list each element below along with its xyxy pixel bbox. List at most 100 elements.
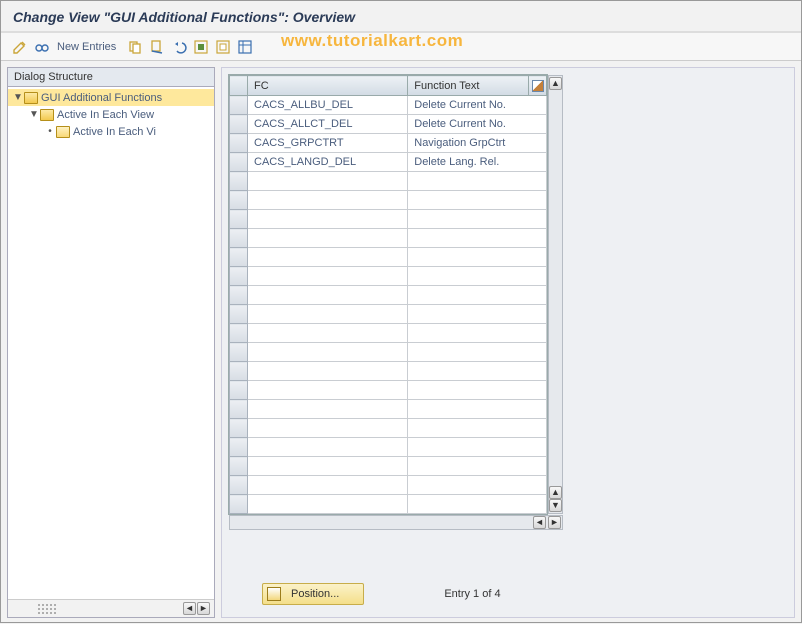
cell-ftext[interactable]: Delete Current No. <box>408 96 547 115</box>
undo-icon[interactable] <box>170 38 188 56</box>
cell-ftext[interactable]: . <box>408 495 547 514</box>
scroll-down-icon[interactable]: ▼ <box>549 499 562 512</box>
cell-fc[interactable]: . <box>248 267 408 286</box>
row-selector[interactable] <box>230 115 248 134</box>
cell-ftext[interactable]: . <box>408 324 547 343</box>
table-row[interactable]: .. <box>230 229 547 248</box>
tree-hscroll[interactable]: ◄ ► <box>183 602 210 615</box>
row-selector[interactable] <box>230 286 248 305</box>
table-row[interactable]: .. <box>230 419 547 438</box>
cell-ftext[interactable]: . <box>408 438 547 457</box>
cell-fc[interactable]: CACS_GRPCTRT <box>248 134 408 153</box>
tree-toggle-icon[interactable]: ▼ <box>28 109 40 120</box>
table-row[interactable]: .. <box>230 210 547 229</box>
cell-ftext[interactable]: . <box>408 172 547 191</box>
cell-fc[interactable]: CACS_ALLBU_DEL <box>248 96 408 115</box>
cell-ftext[interactable]: . <box>408 267 547 286</box>
cell-fc[interactable]: CACS_LANGD_DEL <box>248 153 408 172</box>
scroll-left-icon[interactable]: ◄ <box>183 602 196 615</box>
cell-ftext[interactable]: . <box>408 381 547 400</box>
scroll-up2-icon[interactable]: ▲ <box>549 486 562 499</box>
cell-fc[interactable]: . <box>248 400 408 419</box>
cell-fc[interactable]: . <box>248 438 408 457</box>
tree-item[interactable]: •Active In Each Vi <box>8 123 214 140</box>
row-selector[interactable] <box>230 495 248 514</box>
cell-fc[interactable]: CACS_ALLCT_DEL <box>248 115 408 134</box>
cell-ftext[interactable]: Navigation GrpCtrt <box>408 134 547 153</box>
cell-fc[interactable]: . <box>248 343 408 362</box>
row-selector[interactable] <box>230 96 248 115</box>
deselect-all-icon[interactable] <box>214 38 232 56</box>
table-vscroll[interactable]: ▲ ▲ ▼ <box>548 75 563 514</box>
cell-ftext[interactable]: . <box>408 476 547 495</box>
table-row[interactable]: CACS_GRPCTRTNavigation GrpCtrt <box>230 134 547 153</box>
cell-fc[interactable]: . <box>248 476 408 495</box>
row-selector[interactable] <box>230 210 248 229</box>
tree-toggle-icon[interactable]: ▼ <box>12 92 24 103</box>
column-header-ftext[interactable]: Function Text <box>408 76 529 96</box>
table-row[interactable]: CACS_ALLCT_DELDelete Current No. <box>230 115 547 134</box>
cell-fc[interactable]: . <box>248 381 408 400</box>
cell-ftext[interactable]: . <box>408 248 547 267</box>
table-row[interactable]: .. <box>230 286 547 305</box>
resize-grip-icon[interactable] <box>38 604 68 614</box>
cell-ftext[interactable]: . <box>408 419 547 438</box>
tree-toggle-icon[interactable]: • <box>44 126 56 137</box>
cell-ftext[interactable]: Delete Lang. Rel. <box>408 153 547 172</box>
row-selector[interactable] <box>230 134 248 153</box>
table-row[interactable]: .. <box>230 172 547 191</box>
row-selector[interactable] <box>230 381 248 400</box>
data-table[interactable]: FC Function Text CACS_ALLBU_DELDelete Cu… <box>229 75 547 514</box>
table-row[interactable]: CACS_LANGD_DELDelete Lang. Rel. <box>230 153 547 172</box>
toggle-display-change-icon[interactable] <box>11 38 29 56</box>
cell-ftext[interactable]: . <box>408 286 547 305</box>
hscroll-right-icon[interactable]: ► <box>548 516 561 529</box>
row-selector[interactable] <box>230 343 248 362</box>
new-entries-button[interactable]: New Entries <box>57 41 116 53</box>
row-selector-header[interactable] <box>230 76 248 96</box>
table-config-icon[interactable] <box>529 76 547 96</box>
cell-ftext[interactable]: Delete Current No. <box>408 115 547 134</box>
cell-ftext[interactable]: . <box>408 229 547 248</box>
table-row[interactable]: .. <box>230 381 547 400</box>
cell-fc[interactable]: . <box>248 362 408 381</box>
row-selector[interactable] <box>230 172 248 191</box>
table-row[interactable]: .. <box>230 495 547 514</box>
tree-item[interactable]: ▼GUI Additional Functions <box>8 89 214 106</box>
table-row[interactable]: .. <box>230 476 547 495</box>
row-selector[interactable] <box>230 229 248 248</box>
row-selector[interactable] <box>230 267 248 286</box>
table-row[interactable]: .. <box>230 438 547 457</box>
row-selector[interactable] <box>230 476 248 495</box>
cell-fc[interactable]: . <box>248 172 408 191</box>
scroll-right-icon[interactable]: ► <box>197 602 210 615</box>
cell-fc[interactable]: . <box>248 191 408 210</box>
copy-icon[interactable] <box>126 38 144 56</box>
cell-ftext[interactable]: . <box>408 343 547 362</box>
delete-icon[interactable] <box>148 38 166 56</box>
glasses-icon[interactable] <box>33 38 51 56</box>
table-row[interactable]: .. <box>230 324 547 343</box>
table-row[interactable]: .. <box>230 362 547 381</box>
cell-ftext[interactable]: . <box>408 400 547 419</box>
table-row[interactable]: .. <box>230 343 547 362</box>
table-row[interactable]: .. <box>230 457 547 476</box>
scroll-up-icon[interactable]: ▲ <box>549 77 562 90</box>
cell-ftext[interactable]: . <box>408 362 547 381</box>
row-selector[interactable] <box>230 400 248 419</box>
table-row[interactable]: .. <box>230 267 547 286</box>
cell-fc[interactable]: . <box>248 286 408 305</box>
row-selector[interactable] <box>230 191 248 210</box>
table-settings-icon[interactable] <box>236 38 254 56</box>
row-selector[interactable] <box>230 419 248 438</box>
table-row[interactable]: .. <box>230 400 547 419</box>
row-selector[interactable] <box>230 324 248 343</box>
cell-fc[interactable]: . <box>248 495 408 514</box>
cell-fc[interactable]: . <box>248 305 408 324</box>
row-selector[interactable] <box>230 457 248 476</box>
cell-fc[interactable]: . <box>248 457 408 476</box>
position-button[interactable]: Position... <box>262 583 364 605</box>
cell-fc[interactable]: . <box>248 229 408 248</box>
cell-ftext[interactable]: . <box>408 457 547 476</box>
cell-ftext[interactable]: . <box>408 210 547 229</box>
